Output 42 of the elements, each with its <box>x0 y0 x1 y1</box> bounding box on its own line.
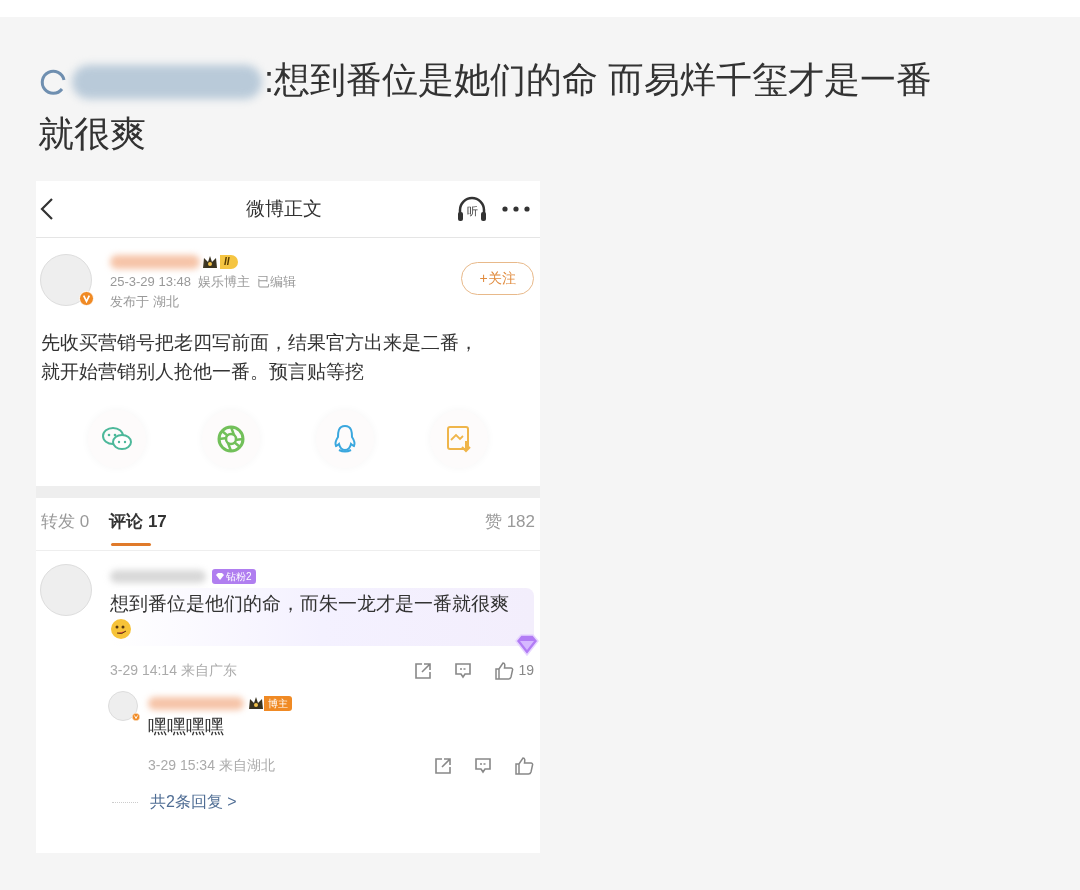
comment-meta: 3-29 14:14 来自广东 <box>110 661 237 680</box>
repost-icon[interactable] <box>414 661 433 680</box>
avatar[interactable] <box>40 254 92 306</box>
post-text: 先收买营销号把老四写前面，结果官方出来是二番，就开始营销别人抢他一番。预言贴等挖 <box>40 331 479 384</box>
crown-icon <box>202 255 218 269</box>
comment-text: 嘿嘿嘿嘿 <box>148 715 225 739</box>
page-title: 微博正文 <box>246 196 322 221</box>
chat-bubbles-icon <box>101 425 133 453</box>
tab[interactable]: 转发 0 <box>41 498 90 546</box>
comment-icon[interactable] <box>454 662 473 679</box>
more-icon[interactable] <box>502 206 530 212</box>
headline-text: :想到番位是她们的命 而易烊千玺才是一番 <box>264 59 932 100</box>
post-location: 发布于 湖北 <box>110 293 180 311</box>
aperture-icon <box>217 425 245 453</box>
post-meta: 25-3-29 13:48 娱乐博主 已编辑 <box>110 273 298 291</box>
penguin-icon <box>333 424 357 454</box>
headline-text: 就很爽 <box>38 113 146 154</box>
comment-icon[interactable] <box>474 757 492 774</box>
more-replies-link[interactable]: 共2条回复 > <box>150 790 237 814</box>
blurred-name[interactable] <box>110 255 200 269</box>
image-download-icon <box>446 425 472 453</box>
listen-button[interactable]: 听 <box>456 195 488 223</box>
level-badge: II <box>220 255 238 269</box>
author-badge: 博主 <box>264 695 292 711</box>
like-icon[interactable] <box>514 756 534 775</box>
like-count: 19 <box>518 661 534 680</box>
blurred-name[interactable] <box>72 65 262 100</box>
avatar[interactable] <box>108 691 138 721</box>
tab[interactable]: 评论 17 <box>109 498 167 546</box>
diamond-icon <box>514 634 540 656</box>
comment-text: 想到番位是他们的命，而朱一龙才是一番就很爽 <box>110 592 510 616</box>
crown-icon <box>248 696 264 710</box>
blurred-name[interactable] <box>110 569 206 583</box>
likes-count[interactable]: 赞 182 <box>484 510 535 534</box>
avatar[interactable] <box>40 564 92 616</box>
like-icon[interactable] <box>494 661 515 680</box>
blurred-name[interactable] <box>148 696 244 710</box>
at-icon <box>38 67 68 98</box>
repost-icon[interactable] <box>434 756 452 775</box>
back-icon[interactable] <box>40 197 54 221</box>
fan-badge: 钻粉2 <box>212 568 256 584</box>
comment-meta: 3-29 15:34 来自湖北 <box>148 756 275 775</box>
